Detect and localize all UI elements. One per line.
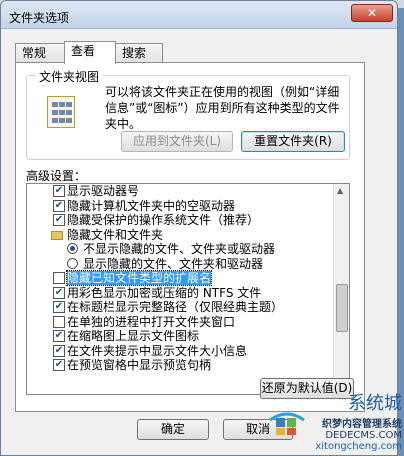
advanced-setting-label: 显示驱动器号 (67, 184, 140, 198)
advanced-setting-row[interactable]: ✔ 隐藏受保护的操作系统文件（推荐） (27, 213, 333, 228)
advanced-setting-row[interactable]: ✔ 隐藏计算机文件夹中的空驱动器 (27, 199, 333, 214)
folder-views-description: 可以将该文件夹正在使用的视图（例如“详细信息”或“图标”）应用到所有这种类型的文… (105, 85, 340, 131)
watermark-line3: xitongcheng.com (315, 441, 402, 452)
advanced-setting-row[interactable]: ✔ 用彩色显示加密或压缩的 NTFS 文件 (27, 286, 333, 301)
watermark-title: 系统城 (348, 393, 402, 414)
folder-view-icon (47, 96, 75, 128)
window-title: 文件夹选项 (9, 11, 70, 25)
folder-icon (51, 230, 63, 240)
ok-button[interactable]: 确定 (137, 419, 209, 440)
advanced-setting-label: 隐藏计算机文件夹中的空驱动器 (67, 198, 236, 213)
tab-view[interactable]: 查看 (64, 41, 116, 64)
checkbox-checked[interactable]: ✔ (53, 214, 65, 226)
checkbox-checked[interactable]: ✔ (53, 301, 65, 313)
title-bar: 文件夹选项 ✕ (1, 1, 397, 29)
advanced-setting-label: 在文件夹提示中显示文件大小信息 (67, 343, 248, 358)
advanced-setting-row[interactable]: ✔ 在预览窗格中显示预览句柄 (27, 358, 333, 373)
advanced-setting-label: 显示隐藏的文件、文件夹和驱动器 (83, 256, 264, 271)
advanced-setting-label: 用彩色显示加密或压缩的 NTFS 文件 (67, 285, 262, 300)
advanced-setting-row[interactable]: 在单独的进程中打开文件夹窗口 (27, 315, 333, 330)
radio-unselected[interactable] (67, 257, 78, 269)
checkbox-checked[interactable]: ✔ (53, 185, 65, 197)
advanced-setting-row[interactable]: 隐藏文件和文件夹 (27, 228, 333, 243)
advanced-setting-row[interactable]: 隐藏已知文件类型的扩展名 (27, 270, 333, 286)
advanced-setting-row[interactable]: ✔ 显示驱动器号 (27, 184, 333, 199)
checkbox-checked[interactable]: ✔ (53, 199, 65, 212)
advanced-setting-label: 在标题栏显示完整路径（仅限经典主题） (67, 300, 284, 314)
checkbox-checked[interactable]: ✔ (53, 286, 65, 299)
checkbox-unchecked[interactable] (53, 315, 65, 328)
advanced-settings-list[interactable]: ✔ 显示驱动器号 ✔ 隐藏计算机文件夹中的空驱动器 ✔ 隐藏受保护的操作系统文件（推荐）隐… (26, 183, 350, 395)
radio-selected[interactable] (67, 243, 78, 254)
watermark-line1: 织梦内容管理系统 (322, 419, 402, 430)
advanced-setting-label: 隐藏文件和文件夹 (67, 227, 164, 242)
apply-to-folders-button[interactable]: 应用到文件夹(L) (121, 131, 233, 152)
close-button[interactable]: ✕ (351, 4, 393, 22)
advanced-setting-row[interactable]: ✔ 在文件夹提示中显示文件大小信息 (27, 344, 333, 359)
tab-general[interactable]: 常规 (15, 43, 65, 63)
watermark: 系统城 织梦内容管理系统 DEDECMS.COM xitongcheng.com (262, 389, 402, 452)
advanced-setting-row[interactable]: ✔ 在缩略图上显示文件图标 (27, 329, 333, 344)
advanced-setting-row[interactable]: ✔ 在标题栏显示完整路径（仅限经典主题） (27, 300, 333, 315)
tab-search[interactable]: 搜索 (115, 43, 163, 63)
advanced-setting-label: 在缩略图上显示文件图标 (67, 329, 200, 343)
checkbox-checked[interactable]: ✔ (53, 330, 65, 342)
checkbox-checked[interactable]: ✔ (53, 344, 65, 357)
checkbox-checked[interactable]: ✔ (53, 359, 65, 371)
advanced-settings-label: 高级设置： (26, 169, 87, 183)
scroll-up-icon[interactable]: ▲ (337, 186, 343, 195)
advanced-settings-scrollbar[interactable]: ▲ ▼ (333, 184, 349, 394)
scrollbar-thumb[interactable] (336, 284, 348, 332)
reset-folders-button[interactable]: 重置文件夹(R) (241, 131, 345, 152)
advanced-setting-label: 不显示隐藏的文件、文件夹或驱动器 (83, 242, 276, 256)
view-tab-panel: 文件夹视图 可以将该文件夹正在使用的视图（例如“详细信息”或“图标”）应用到所有… (15, 62, 365, 412)
advanced-settings-items: ✔ 显示驱动器号 ✔ 隐藏计算机文件夹中的空驱动器 ✔ 隐藏受保护的操作系统文件（推荐）隐… (27, 184, 333, 373)
watermark-line2: DEDECMS.COM (325, 430, 402, 441)
advanced-setting-label: 在预览窗格中显示预览句柄 (67, 358, 212, 372)
advanced-setting-row[interactable]: 不显示隐藏的文件、文件夹或驱动器 (27, 242, 333, 257)
advanced-setting-label: 在单独的进程中打开文件夹窗口 (67, 314, 236, 329)
advanced-setting-row[interactable]: 显示隐藏的文件、文件夹和驱动器 (27, 257, 333, 272)
folder-options-dialog: 文件夹选项 ✕ 常规 查看 搜索 文件夹视图 可以将该文件夹正在使用的视图（例如… (0, 0, 398, 456)
checkbox-unchecked[interactable] (53, 272, 65, 284)
advanced-setting-label: 隐藏受保护的操作系统文件（推荐） (67, 213, 260, 227)
advanced-setting-label: 隐藏已知文件类型的扩展名 (65, 270, 213, 286)
folder-views-label: 文件夹视图 (35, 68, 104, 85)
folder-views-group: 文件夹视图 可以将该文件夹正在使用的视图（例如“详细信息”或“图标”）应用到所有… (26, 68, 350, 160)
